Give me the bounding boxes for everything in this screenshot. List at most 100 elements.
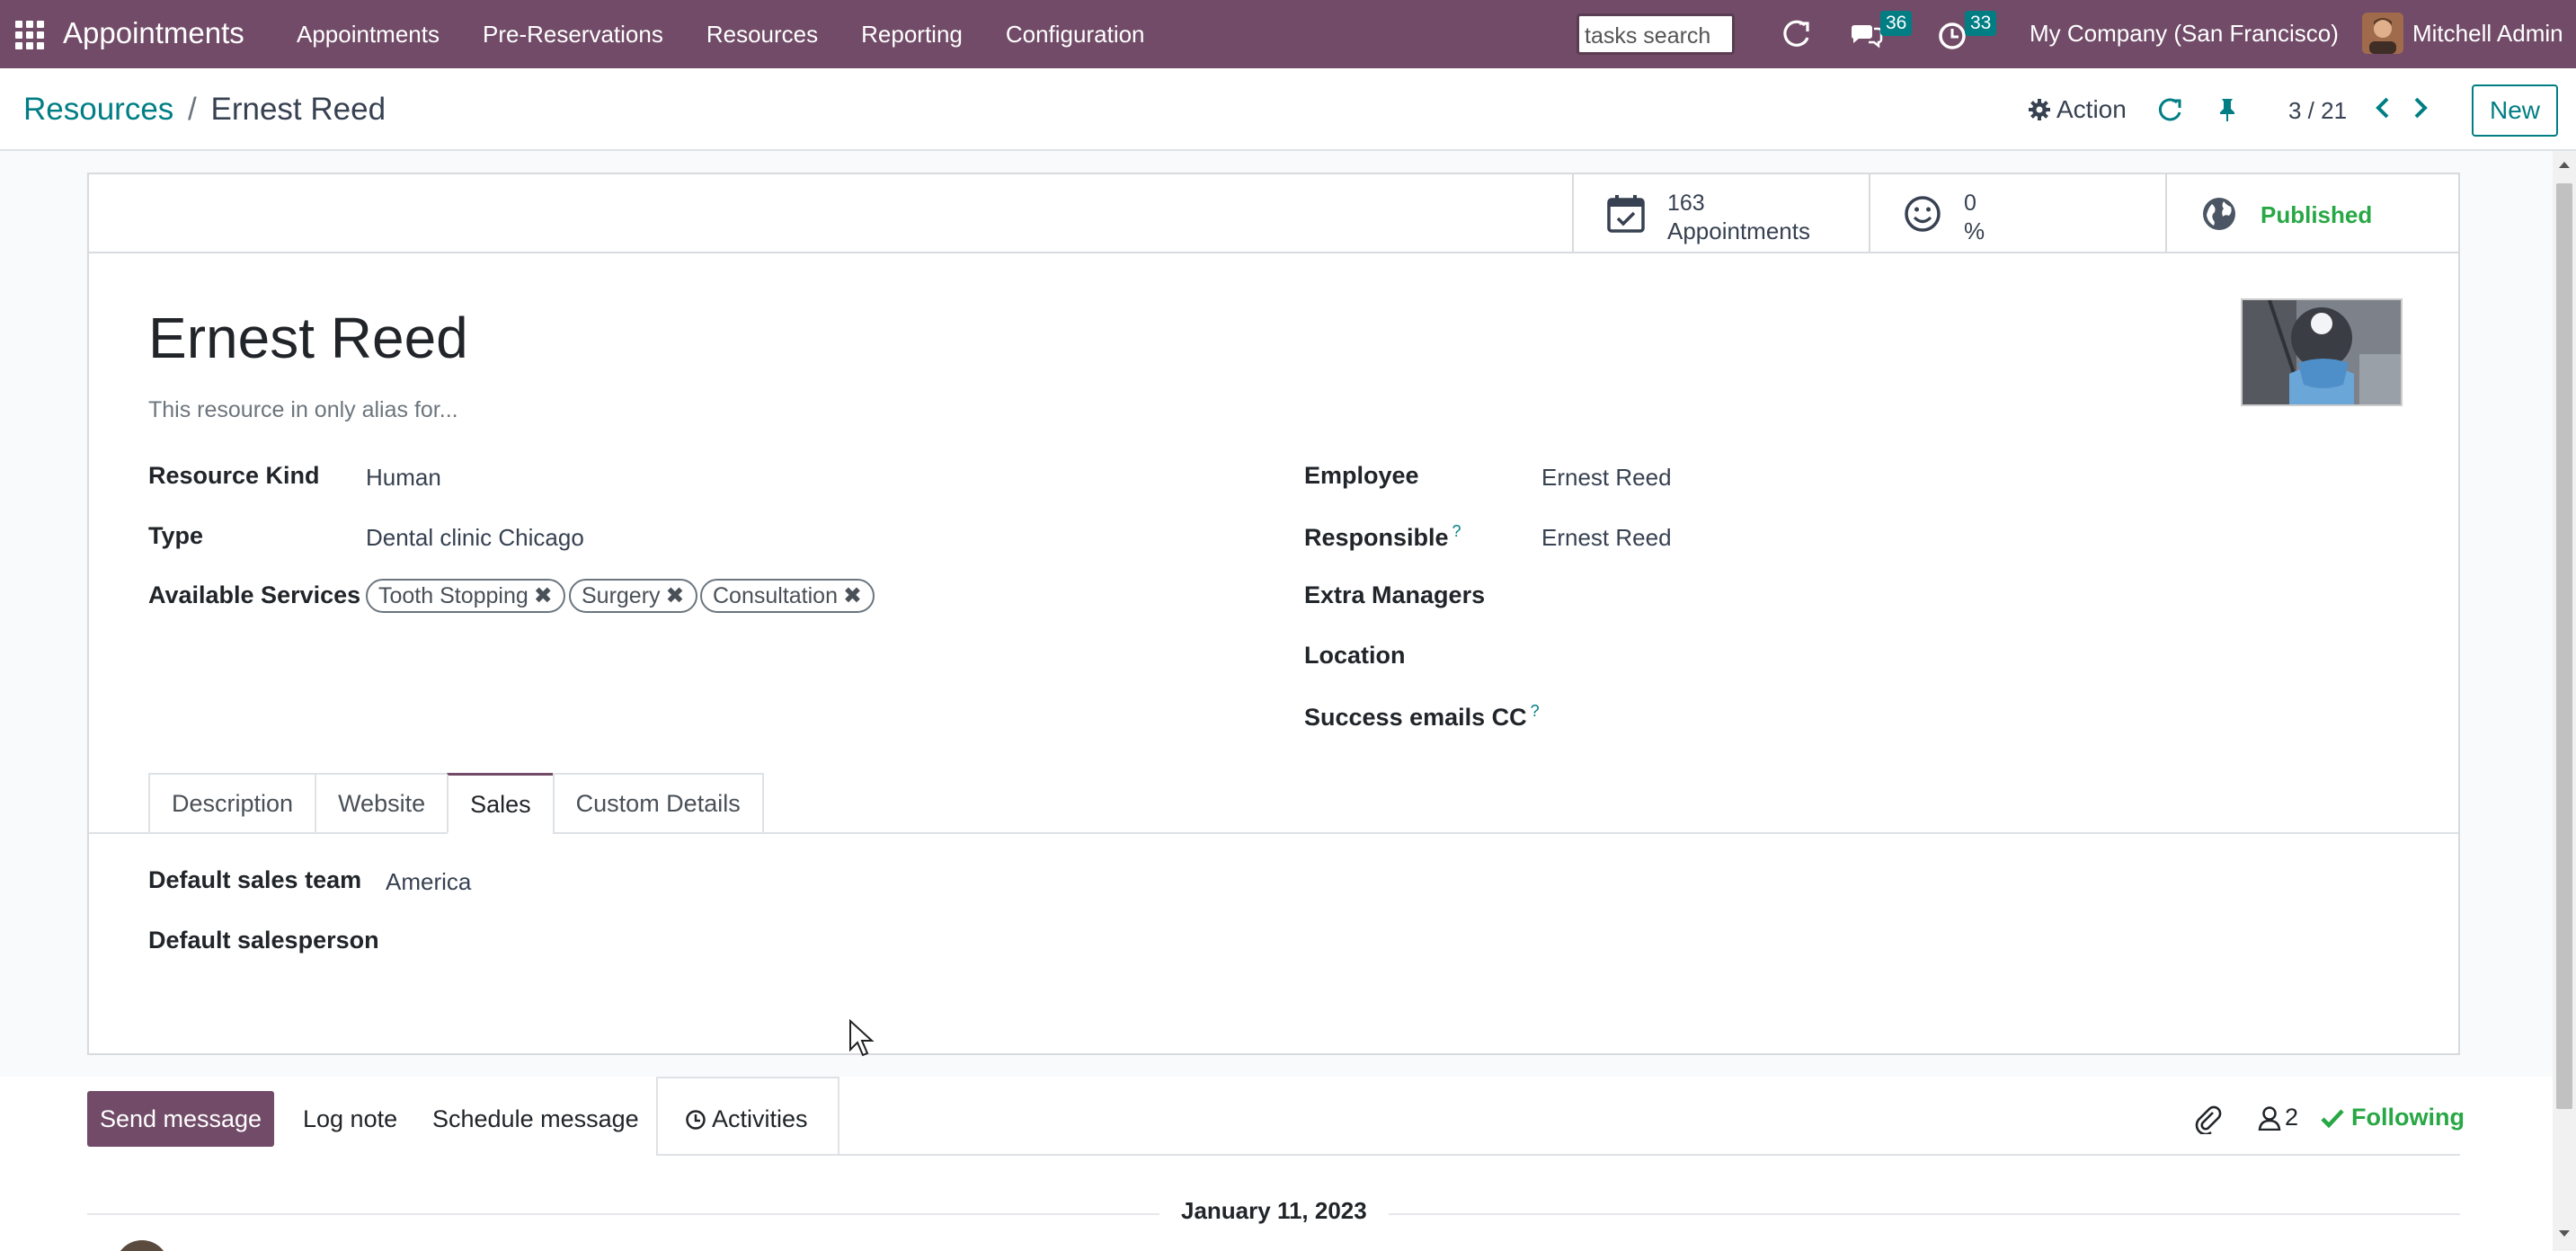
resource-photo[interactable] bbox=[2241, 298, 2403, 406]
resource-subtitle[interactable]: This resource in only alias for... bbox=[148, 397, 458, 423]
log-note-button[interactable]: Log note bbox=[303, 1105, 397, 1133]
user-name[interactable]: Mitchell Admin bbox=[2412, 20, 2563, 48]
followers-button[interactable]: 2 bbox=[2258, 1104, 2298, 1131]
menu-pre-reservations[interactable]: Pre-Reservations bbox=[483, 21, 663, 49]
new-record-button[interactable]: New bbox=[2472, 84, 2558, 137]
page-scrollbar[interactable] bbox=[2553, 151, 2576, 1251]
tasks-search-input[interactable]: tasks search bbox=[1577, 13, 1735, 55]
default-sales-team-field[interactable]: America bbox=[386, 868, 471, 896]
activities-label: Activities bbox=[712, 1105, 808, 1132]
service-tag-label: Consultation bbox=[713, 583, 838, 608]
activities-button[interactable]: Activities bbox=[656, 1077, 839, 1156]
record-refresh-icon[interactable] bbox=[2155, 95, 2184, 124]
menu-reporting[interactable]: Reporting bbox=[861, 21, 963, 49]
globe-icon bbox=[2203, 198, 2235, 230]
type-label: Type bbox=[148, 522, 204, 549]
chat-icon[interactable] bbox=[1848, 16, 1884, 52]
followers-count: 2 bbox=[2285, 1104, 2299, 1131]
published-stat-button[interactable]: Published bbox=[2165, 174, 2462, 252]
following-label: Following bbox=[2351, 1104, 2465, 1131]
pager-next-icon[interactable] bbox=[2405, 93, 2434, 122]
pin-icon[interactable] bbox=[2213, 95, 2242, 124]
default-sales-team-label: Default sales team bbox=[148, 866, 362, 893]
messages-count-badge: 36 bbox=[1880, 11, 1913, 36]
schedule-message-button[interactable]: Schedule message bbox=[432, 1105, 639, 1133]
appointments-label: Appointments bbox=[1667, 217, 1810, 244]
responsible-field[interactable]: Ernest Reed bbox=[1541, 524, 1672, 552]
control-panel: Resources / Ernest Reed Action 3 / 21 Ne… bbox=[0, 68, 2576, 151]
form-sheet: 163 Appointments 0 % Published Ernest Re… bbox=[87, 173, 2460, 1055]
top-navbar: Appointments Appointments Pre-Reservatio… bbox=[0, 0, 2576, 68]
pager-value[interactable]: 3 / 21 bbox=[2288, 97, 2347, 125]
service-tag-tooth-stopping[interactable]: Tooth Stopping ✖ bbox=[366, 579, 565, 613]
rating-stat-button[interactable]: 0 % bbox=[1869, 174, 2165, 252]
service-tag-consultation[interactable]: Consultation ✖ bbox=[700, 579, 875, 613]
send-message-button[interactable]: Send message bbox=[87, 1091, 274, 1147]
resource-name[interactable]: Ernest Reed bbox=[148, 305, 468, 371]
remove-tag-icon[interactable]: ✖ bbox=[534, 583, 553, 608]
appointments-count: 163 bbox=[1667, 191, 1705, 216]
breadcrumb-current: Ernest Reed bbox=[210, 92, 386, 127]
activities-count-badge: 33 bbox=[1965, 11, 1997, 36]
published-label: Published bbox=[2261, 201, 2373, 228]
breadcrumb-resources[interactable]: Resources bbox=[23, 92, 173, 127]
type-field[interactable]: Dental clinic Chicago bbox=[366, 524, 584, 552]
pager-previous-icon[interactable] bbox=[2369, 93, 2398, 122]
success-emails-cc-label: Success emails CC bbox=[1304, 704, 1527, 731]
tab-website[interactable]: Website bbox=[315, 773, 448, 834]
action-menu-button[interactable]: Action bbox=[2028, 95, 2127, 124]
clock-icon bbox=[686, 1109, 706, 1130]
tab-description[interactable]: Description bbox=[148, 773, 315, 834]
remove-tag-icon[interactable]: ✖ bbox=[666, 583, 685, 608]
user-avatar[interactable] bbox=[2362, 13, 2403, 54]
menu-resources[interactable]: Resources bbox=[706, 21, 818, 49]
discuss-refresh-icon[interactable] bbox=[1778, 16, 1814, 52]
company-switcher[interactable]: My Company (San Francisco) bbox=[2030, 20, 2339, 48]
service-tag-surgery[interactable]: Surgery ✖ bbox=[569, 579, 697, 613]
breadcrumb: Resources / Ernest Reed bbox=[23, 92, 386, 128]
appointments-stat-button[interactable]: 163 Appointments bbox=[1572, 174, 1869, 252]
extra-managers-label: Extra Managers bbox=[1304, 581, 1486, 608]
gear-icon bbox=[2029, 99, 2050, 120]
smiley-icon bbox=[1905, 196, 1941, 232]
button-box: 163 Appointments 0 % Published bbox=[89, 174, 2458, 253]
app-brand[interactable]: Appointments bbox=[63, 16, 244, 50]
resource-kind-label: Resource Kind bbox=[148, 462, 320, 489]
rating-unit: % bbox=[1964, 217, 1985, 244]
chatter-divider bbox=[839, 1154, 2460, 1156]
check-icon bbox=[2321, 1108, 2344, 1128]
success-emails-cc-label-wrap: Success emails CC? bbox=[1304, 702, 1540, 732]
calendar-check-icon bbox=[1607, 195, 1645, 233]
date-separator: January 11, 2023 bbox=[1159, 1197, 1389, 1225]
available-services-label: Available Services bbox=[148, 581, 361, 608]
scroll-up-icon[interactable] bbox=[2557, 158, 2572, 173]
paperclip-icon[interactable] bbox=[2193, 1104, 2222, 1134]
form-tabs: Description Website Sales Custom Details bbox=[148, 773, 764, 834]
user-icon bbox=[2258, 1105, 2281, 1131]
resource-kind-field[interactable]: Human bbox=[366, 464, 441, 492]
success-emails-help-icon[interactable]: ? bbox=[1531, 702, 1540, 720]
main-menu: Appointments Pre-Reservations Resources … bbox=[297, 0, 1188, 68]
breadcrumb-separator: / bbox=[188, 92, 197, 127]
chatter: Send message Log note Schedule message A… bbox=[0, 1077, 2553, 1251]
location-label: Location bbox=[1304, 642, 1406, 669]
menu-configuration[interactable]: Configuration bbox=[1006, 21, 1145, 49]
remove-tag-icon[interactable]: ✖ bbox=[843, 583, 862, 608]
menu-appointments[interactable]: Appointments bbox=[297, 21, 440, 49]
following-button[interactable]: Following bbox=[2321, 1104, 2465, 1131]
scroll-down-icon[interactable] bbox=[2557, 1226, 2572, 1240]
tab-custom-details[interactable]: Custom Details bbox=[552, 773, 764, 834]
default-salesperson-label: Default salesperson bbox=[148, 927, 379, 954]
rating-value: 0 bbox=[1964, 191, 1976, 216]
responsible-label-wrap: Responsible? bbox=[1304, 522, 1461, 552]
message-author-avatar[interactable] bbox=[115, 1240, 169, 1251]
tab-sales[interactable]: Sales bbox=[447, 773, 553, 834]
service-tag-label: Surgery bbox=[582, 583, 661, 608]
app-grid-icon[interactable] bbox=[14, 20, 44, 49]
scrollbar-thumb[interactable] bbox=[2556, 183, 2572, 1109]
employee-field[interactable]: Ernest Reed bbox=[1541, 464, 1672, 492]
responsible-help-icon[interactable]: ? bbox=[1452, 522, 1461, 540]
responsible-label: Responsible bbox=[1304, 524, 1449, 551]
service-tag-label: Tooth Stopping bbox=[378, 583, 529, 608]
employee-label: Employee bbox=[1304, 462, 1419, 489]
